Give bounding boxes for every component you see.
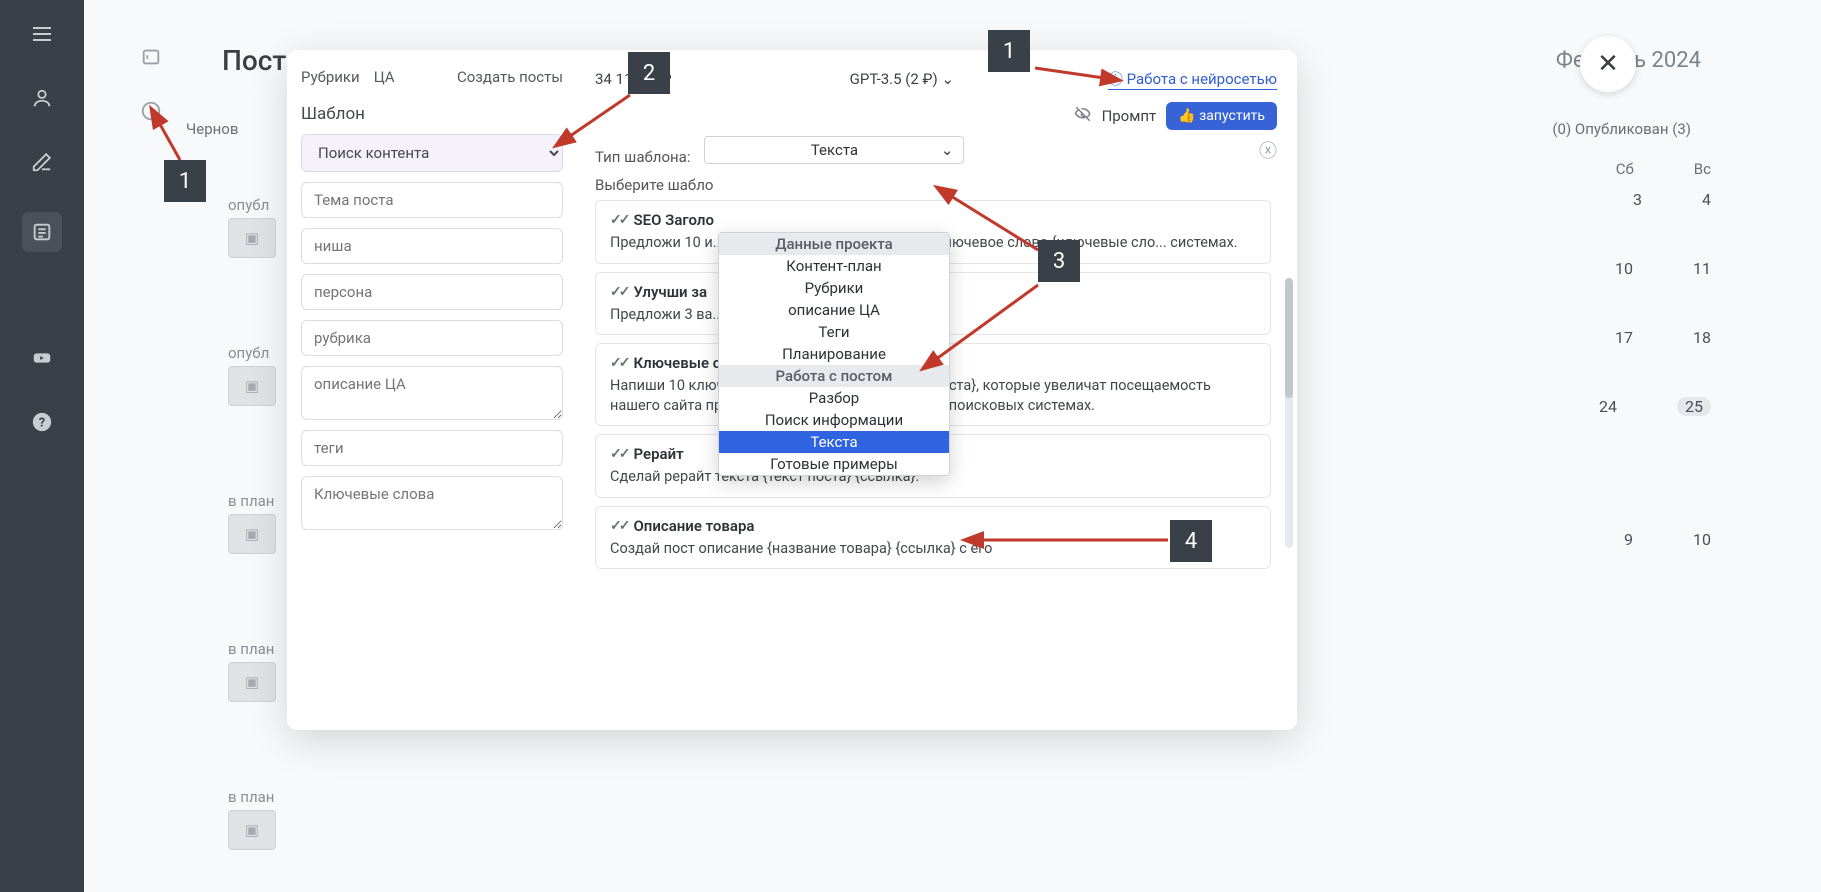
tab-create-posts[interactable]: Создать посты [457,68,563,86]
image-placeholder-icon: ▣ [228,662,276,702]
template-title: SEO Заголо [633,211,713,229]
video-icon[interactable] [28,344,56,372]
dropdown-option[interactable]: Текста [719,431,949,453]
callout-2: 2 [628,52,670,94]
callout-1: 1 [164,160,206,202]
calendar-row: 1011 [1615,259,1711,278]
ai-work-link[interactable]: ⓘ Работа с нейросетью [1108,68,1277,90]
user-icon[interactable] [28,84,56,112]
dropdown-option: Данные проекта [719,233,949,255]
dropdown-option[interactable]: Поиск информации [719,409,949,431]
prompt-label: Промпт [1102,107,1157,125]
bg-tab-published: (0) Опубликован (3) [1552,120,1691,138]
callout-4: 4 [1170,520,1212,562]
svg-text:?: ? [39,416,45,431]
dropdown-option[interactable]: Контент-план [719,255,949,277]
check-icon: ✓✓ [610,355,627,371]
arrow-3a [920,180,1050,260]
modal-left-panel: Рубрики ЦА Создать посты Шаблон Поиск ко… [287,50,577,730]
keywords-textarea[interactable] [301,476,563,530]
page-title: Пост [222,44,286,77]
thumbs-up-icon: 👍 [1178,108,1195,124]
calendar-day-headers: СбВс [1616,160,1711,178]
template-title: Описание товара [633,517,754,535]
nisha-input[interactable] [301,228,563,264]
arrow-2 [545,90,645,160]
check-icon: ✓✓ [610,284,627,300]
chevron-down-icon: ⌄ [941,70,954,88]
arrow-4 [958,530,1178,550]
menu-icon[interactable] [28,20,56,48]
calendar-row: 1718 [1615,328,1711,347]
calendar-row: 34 [1633,190,1711,209]
tema-input[interactable] [301,182,563,218]
scrollbar[interactable] [1285,278,1293,548]
opisanie-textarea[interactable] [301,366,563,420]
check-icon: ✓✓ [610,518,627,534]
type-select[interactable]: Текста ⌄ [704,136,964,164]
template-title: Рерайт [633,445,683,463]
check-icon: ✓✓ [610,212,627,228]
calendar-row: 2425 [1599,397,1711,416]
model-selector[interactable]: GPT-3.5 (2 ₽) ⌄ [850,70,954,88]
callout-1b: 1 [988,30,1030,72]
image-placeholder-icon: ▣ [228,218,276,258]
image-placeholder-icon: ▣ [228,366,276,406]
image-placeholder-icon: ▣ [228,514,276,554]
dropdown-option[interactable]: Готовые примеры [719,453,949,475]
callout-3: 3 [1038,240,1080,282]
calendar-row: 910 [1624,530,1711,549]
image-placeholder-icon: ▣ [228,810,276,850]
arrow-1b [1030,48,1130,88]
tab-ca[interactable]: ЦА [374,68,395,86]
help-icon[interactable]: ? [28,408,56,436]
left-nav-rail: ? [0,0,84,892]
close-panel-icon[interactable]: ⓧ [1259,137,1277,163]
edit-icon[interactable] [28,148,56,176]
posts-icon[interactable] [22,212,62,252]
arrow-3b [910,280,1050,380]
persona-input[interactable] [301,274,563,310]
post-list: опубл▣ опубл▣ в план▣ в план▣ в план▣ [228,196,276,850]
rubrika-input[interactable] [301,320,563,356]
check-icon: ✓✓ [610,446,627,462]
template-select[interactable]: Поиск контента [301,134,563,172]
tab-rubriki[interactable]: Рубрики [301,68,360,86]
close-button[interactable]: ✕ [1580,36,1636,92]
dropdown-option[interactable]: Разбор [719,387,949,409]
run-button[interactable]: 👍 запустить [1166,102,1277,130]
scrollbar-thumb[interactable] [1285,278,1293,398]
eye-off-icon[interactable] [1074,105,1092,127]
chevron-down-icon: ⌄ [941,141,954,159]
tegi-input[interactable] [301,430,563,466]
template-title: Улучши за [633,283,707,301]
template-label: Шаблон [301,104,563,124]
